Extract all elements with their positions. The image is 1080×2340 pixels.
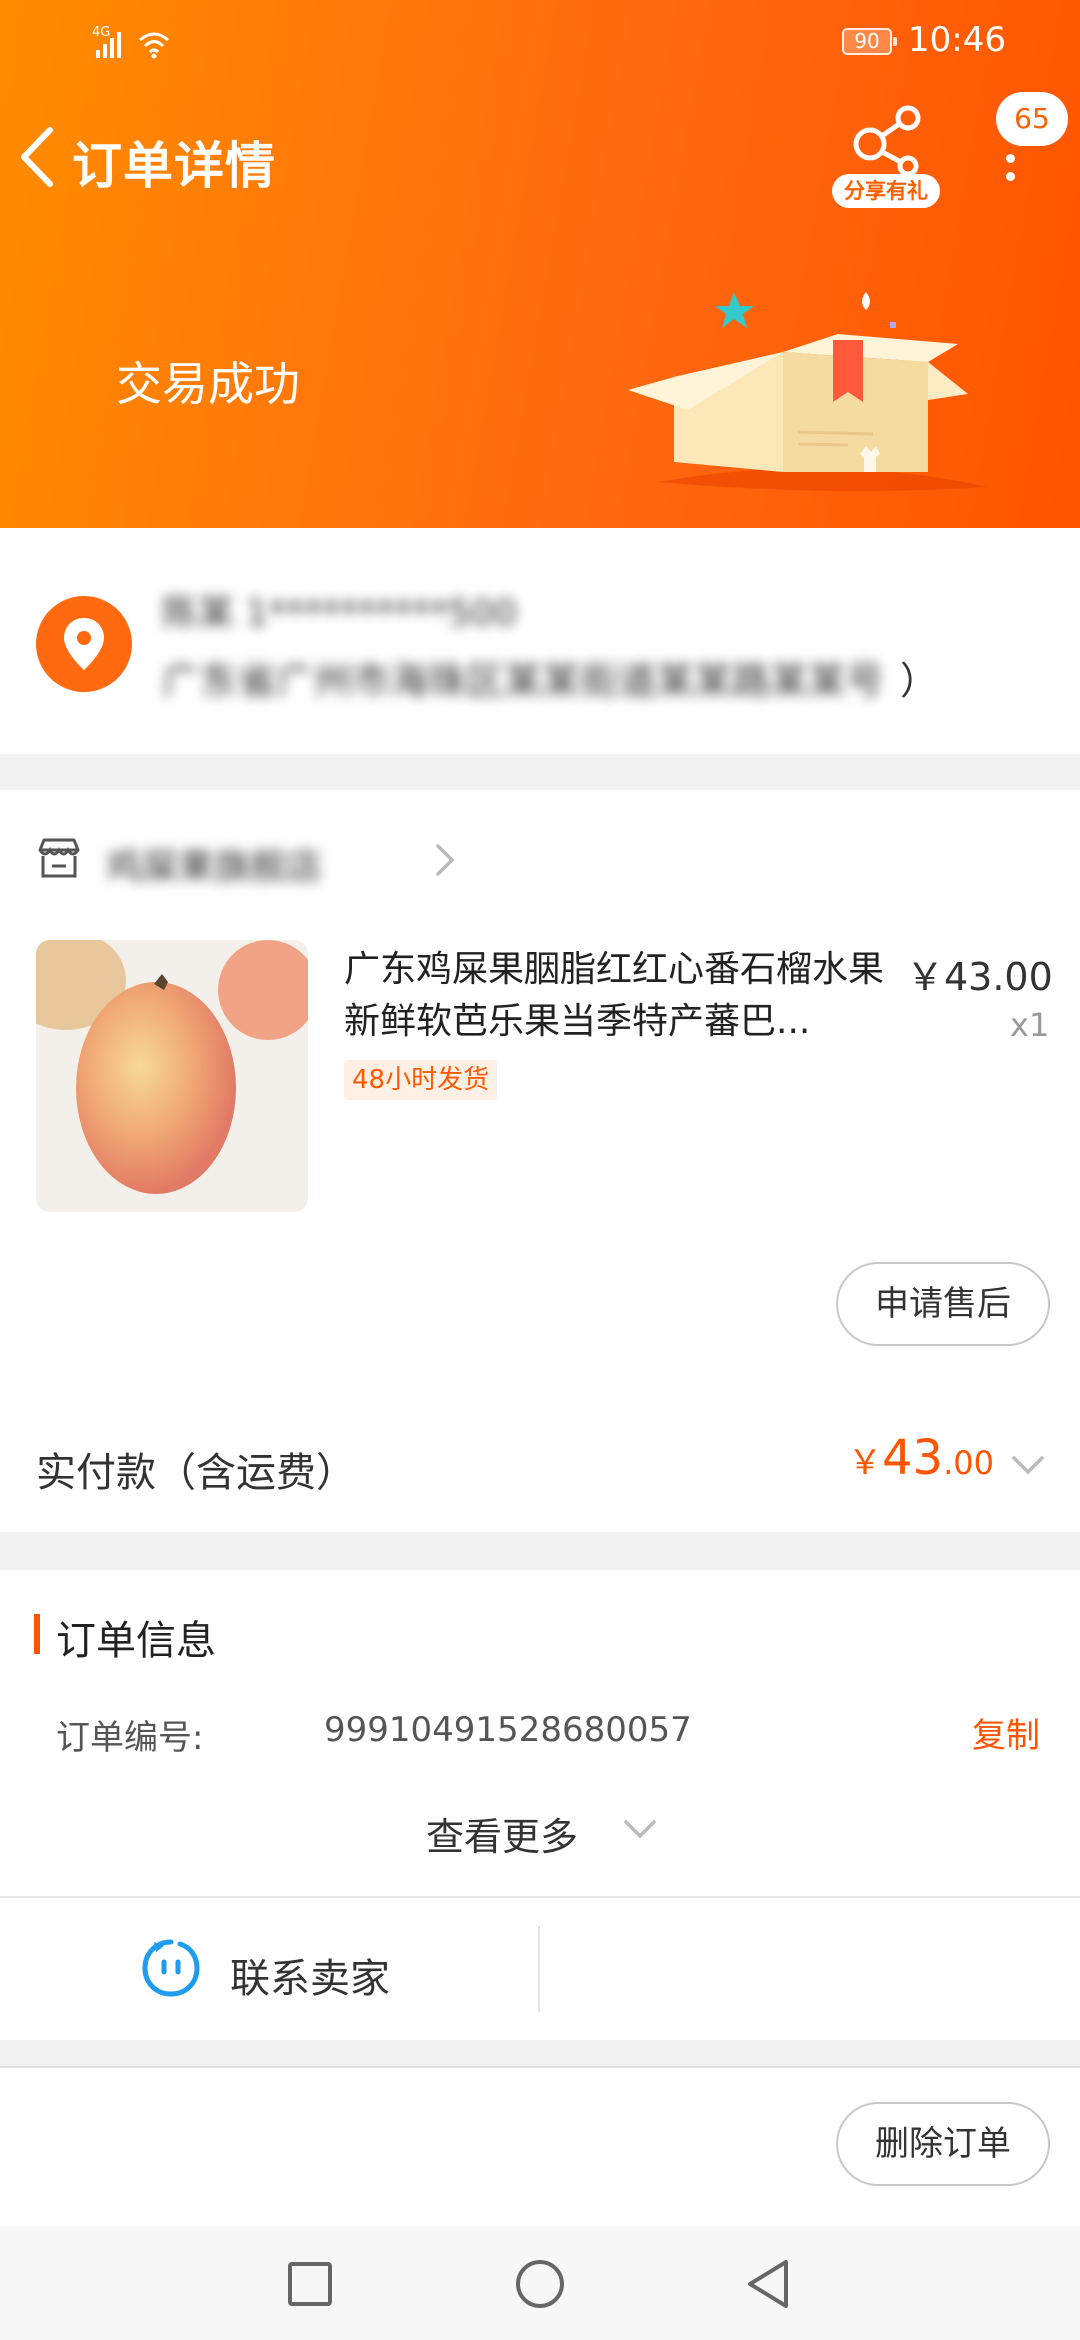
order-number-label: 订单编号: <box>56 1718 204 1758</box>
nav-square-icon[interactable] <box>280 2254 340 2314</box>
chat-face-icon[interactable] <box>140 1938 202 2000</box>
product-price: ￥43.00 <box>906 955 1053 999</box>
status-time: 10:46 <box>908 20 1006 60</box>
shop-icon <box>38 838 80 878</box>
copy-order-number-button[interactable]: 复制 <box>972 1708 1040 1757</box>
view-more-button[interactable]: 查看更多 <box>426 1806 578 1861</box>
share-icon <box>853 105 921 176</box>
delete-order-button[interactable]: 删除订单 <box>836 2102 1050 2186</box>
location-pin-icon <box>36 596 132 692</box>
currency-symbol: ￥ <box>848 1443 882 1483</box>
order-status-text: 交易成功 <box>116 357 300 411</box>
guava-image <box>36 940 308 1212</box>
order-header: 4G 90 10:46 订单详情 分享有礼 65 交易成功 <box>0 0 1080 528</box>
nav-circle-icon[interactable] <box>510 2254 570 2314</box>
chevron-right-icon[interactable] <box>430 840 458 880</box>
back-chevron-icon[interactable] <box>14 122 64 192</box>
request-aftersale-button[interactable]: 申请售后 <box>836 1262 1050 1346</box>
amount-integer: 43 <box>882 1430 944 1486</box>
chevron-down-icon[interactable] <box>620 1816 660 1844</box>
address-card[interactable] <box>0 528 1080 754</box>
page-title: 订单详情 <box>72 137 276 195</box>
chevron-down-icon[interactable] <box>1008 1450 1048 1480</box>
signal-icon: 4G <box>92 25 169 59</box>
amount-decimal: .00 <box>943 1444 994 1482</box>
paid-amount-label: 实付款（含运费） <box>36 1450 356 1496</box>
share-gift-button[interactable]: 分享有礼 <box>832 104 940 208</box>
battery-indicator: 90 <box>842 28 897 55</box>
order-info-title: 订单信息 <box>56 1618 216 1664</box>
product-title[interactable]: 广东鸡屎果胭脂红红心番石榴水果新鲜软芭乐果当季特产蕃巴... <box>344 944 890 1048</box>
shipping-tag: 48小时发货 <box>344 1060 498 1100</box>
paid-amount[interactable]: ￥43.00 <box>848 1430 994 1486</box>
recipient-address: 广东省广州市海珠区某某街道某某路某某号 <box>162 659 885 703</box>
section-accent-bar <box>34 1614 40 1654</box>
wifi-icon <box>139 32 169 59</box>
recipient-address-tail: ） <box>900 659 939 703</box>
package-box-illustration <box>628 292 988 491</box>
contact-divider <box>538 1926 540 2012</box>
status-bar: 4G 90 10:46 <box>0 0 1080 84</box>
share-gift-label: 分享有礼 <box>832 174 940 208</box>
shop-name[interactable]: 鸡屎果旗舰店 <box>106 838 322 890</box>
contact-seller-button[interactable]: 联系卖家 <box>230 1946 390 2004</box>
order-number-value: 99910491528680057 <box>324 1710 692 1750</box>
product-quantity: x1 <box>1010 1006 1050 1044</box>
product-image[interactable] <box>36 940 308 1212</box>
network-type: 4G <box>92 25 110 40</box>
message-count-badge[interactable]: 65 <box>996 92 1068 146</box>
recipient-name-phone: 陈某 1**********500 <box>162 593 518 634</box>
nav-triangle-icon[interactable] <box>740 2254 800 2314</box>
